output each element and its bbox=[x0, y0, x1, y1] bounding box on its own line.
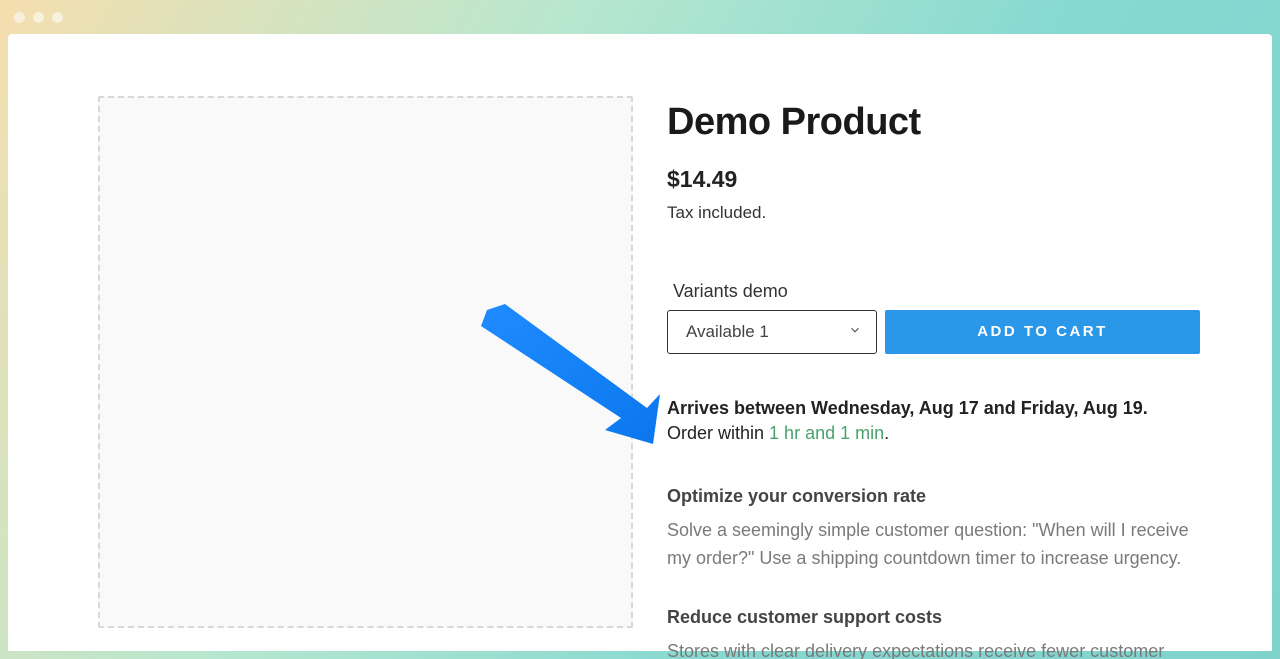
benefit-title: Optimize your conversion rate bbox=[667, 486, 1200, 507]
window-control-close[interactable] bbox=[14, 12, 25, 23]
variant-select[interactable]: Available 1 bbox=[667, 310, 877, 354]
window-control-minimize[interactable] bbox=[33, 12, 44, 23]
chevron-down-icon bbox=[848, 322, 862, 342]
variant-label: Variants demo bbox=[667, 281, 1200, 302]
product-page: Demo Product $14.49 Tax included. Varian… bbox=[8, 34, 1272, 651]
product-image-placeholder bbox=[98, 96, 633, 628]
order-within-suffix: . bbox=[884, 423, 889, 443]
tax-note: Tax included. bbox=[667, 203, 1200, 223]
window-control-zoom[interactable] bbox=[52, 12, 63, 23]
variant-selected-value: Available 1 bbox=[686, 322, 769, 342]
app-window: Demo Product $14.49 Tax included. Varian… bbox=[8, 34, 1272, 651]
add-to-cart-button[interactable]: ADD TO CART bbox=[885, 310, 1200, 354]
benefit-text: Stores with clear delivery expectations … bbox=[667, 638, 1200, 659]
benefit-text: Solve a seemingly simple customer questi… bbox=[667, 517, 1200, 573]
countdown-timer: 1 hr and 1 min bbox=[769, 423, 884, 443]
browser-frame: Demo Product $14.49 Tax included. Varian… bbox=[0, 0, 1280, 659]
product-price: $14.49 bbox=[667, 166, 1200, 193]
window-titlebar bbox=[0, 0, 1280, 34]
product-title: Demo Product bbox=[667, 102, 1200, 144]
delivery-order-within: Order within 1 hr and 1 min. bbox=[667, 423, 1200, 444]
delivery-arrives-text: Arrives between Wednesday, Aug 17 and Fr… bbox=[667, 398, 1200, 419]
benefit-title: Reduce customer support costs bbox=[667, 607, 1200, 628]
order-within-prefix: Order within bbox=[667, 423, 769, 443]
